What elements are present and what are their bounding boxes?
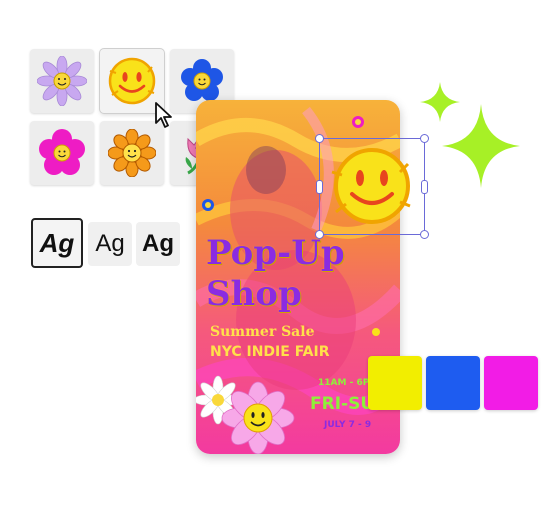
resize-handle-top-right[interactable] (420, 134, 429, 143)
resize-handle-bottom-right[interactable] (420, 230, 429, 239)
swatch-magenta[interactable] (484, 356, 538, 410)
orange-sunflower-icon (108, 129, 156, 177)
blue-flower-icon (181, 59, 223, 101)
font-style-label: Ag (142, 230, 174, 257)
selection-box[interactable] (315, 134, 429, 239)
resize-handle-right[interactable] (421, 180, 428, 194)
poster-dates[interactable]: JULY 7 - 9 (324, 420, 371, 430)
poster-title-line1[interactable]: Pop-Up (206, 233, 396, 273)
magenta-flower-icon (39, 129, 85, 175)
poster-subtitle[interactable]: Summer Sale (210, 324, 314, 340)
swatch-yellow[interactable] (368, 356, 422, 410)
resize-handle-top-left[interactable] (315, 134, 324, 143)
font-style-bold[interactable]: Ag (136, 222, 180, 266)
sparkle-large-icon (442, 104, 520, 188)
font-style-label: Ag (95, 230, 125, 257)
sticker-tile-lavender-daisy[interactable] (30, 49, 94, 113)
font-style-regular[interactable]: Ag (88, 222, 132, 266)
lavender-daisy-icon (37, 56, 87, 106)
resize-handle-bottom-left[interactable] (315, 230, 324, 239)
font-style-label: Ag (39, 227, 75, 258)
swatch-blue[interactable] (426, 356, 480, 410)
font-style-bold-italic[interactable]: Ag (31, 218, 83, 268)
poster-title-line2[interactable]: Shop (206, 274, 396, 314)
mouse-cursor-icon (155, 102, 172, 128)
poster-event[interactable]: NYC INDIE FAIR (210, 344, 329, 360)
sticker-tile-magenta-flower[interactable] (30, 121, 94, 185)
resize-handle-left[interactable] (316, 180, 323, 194)
